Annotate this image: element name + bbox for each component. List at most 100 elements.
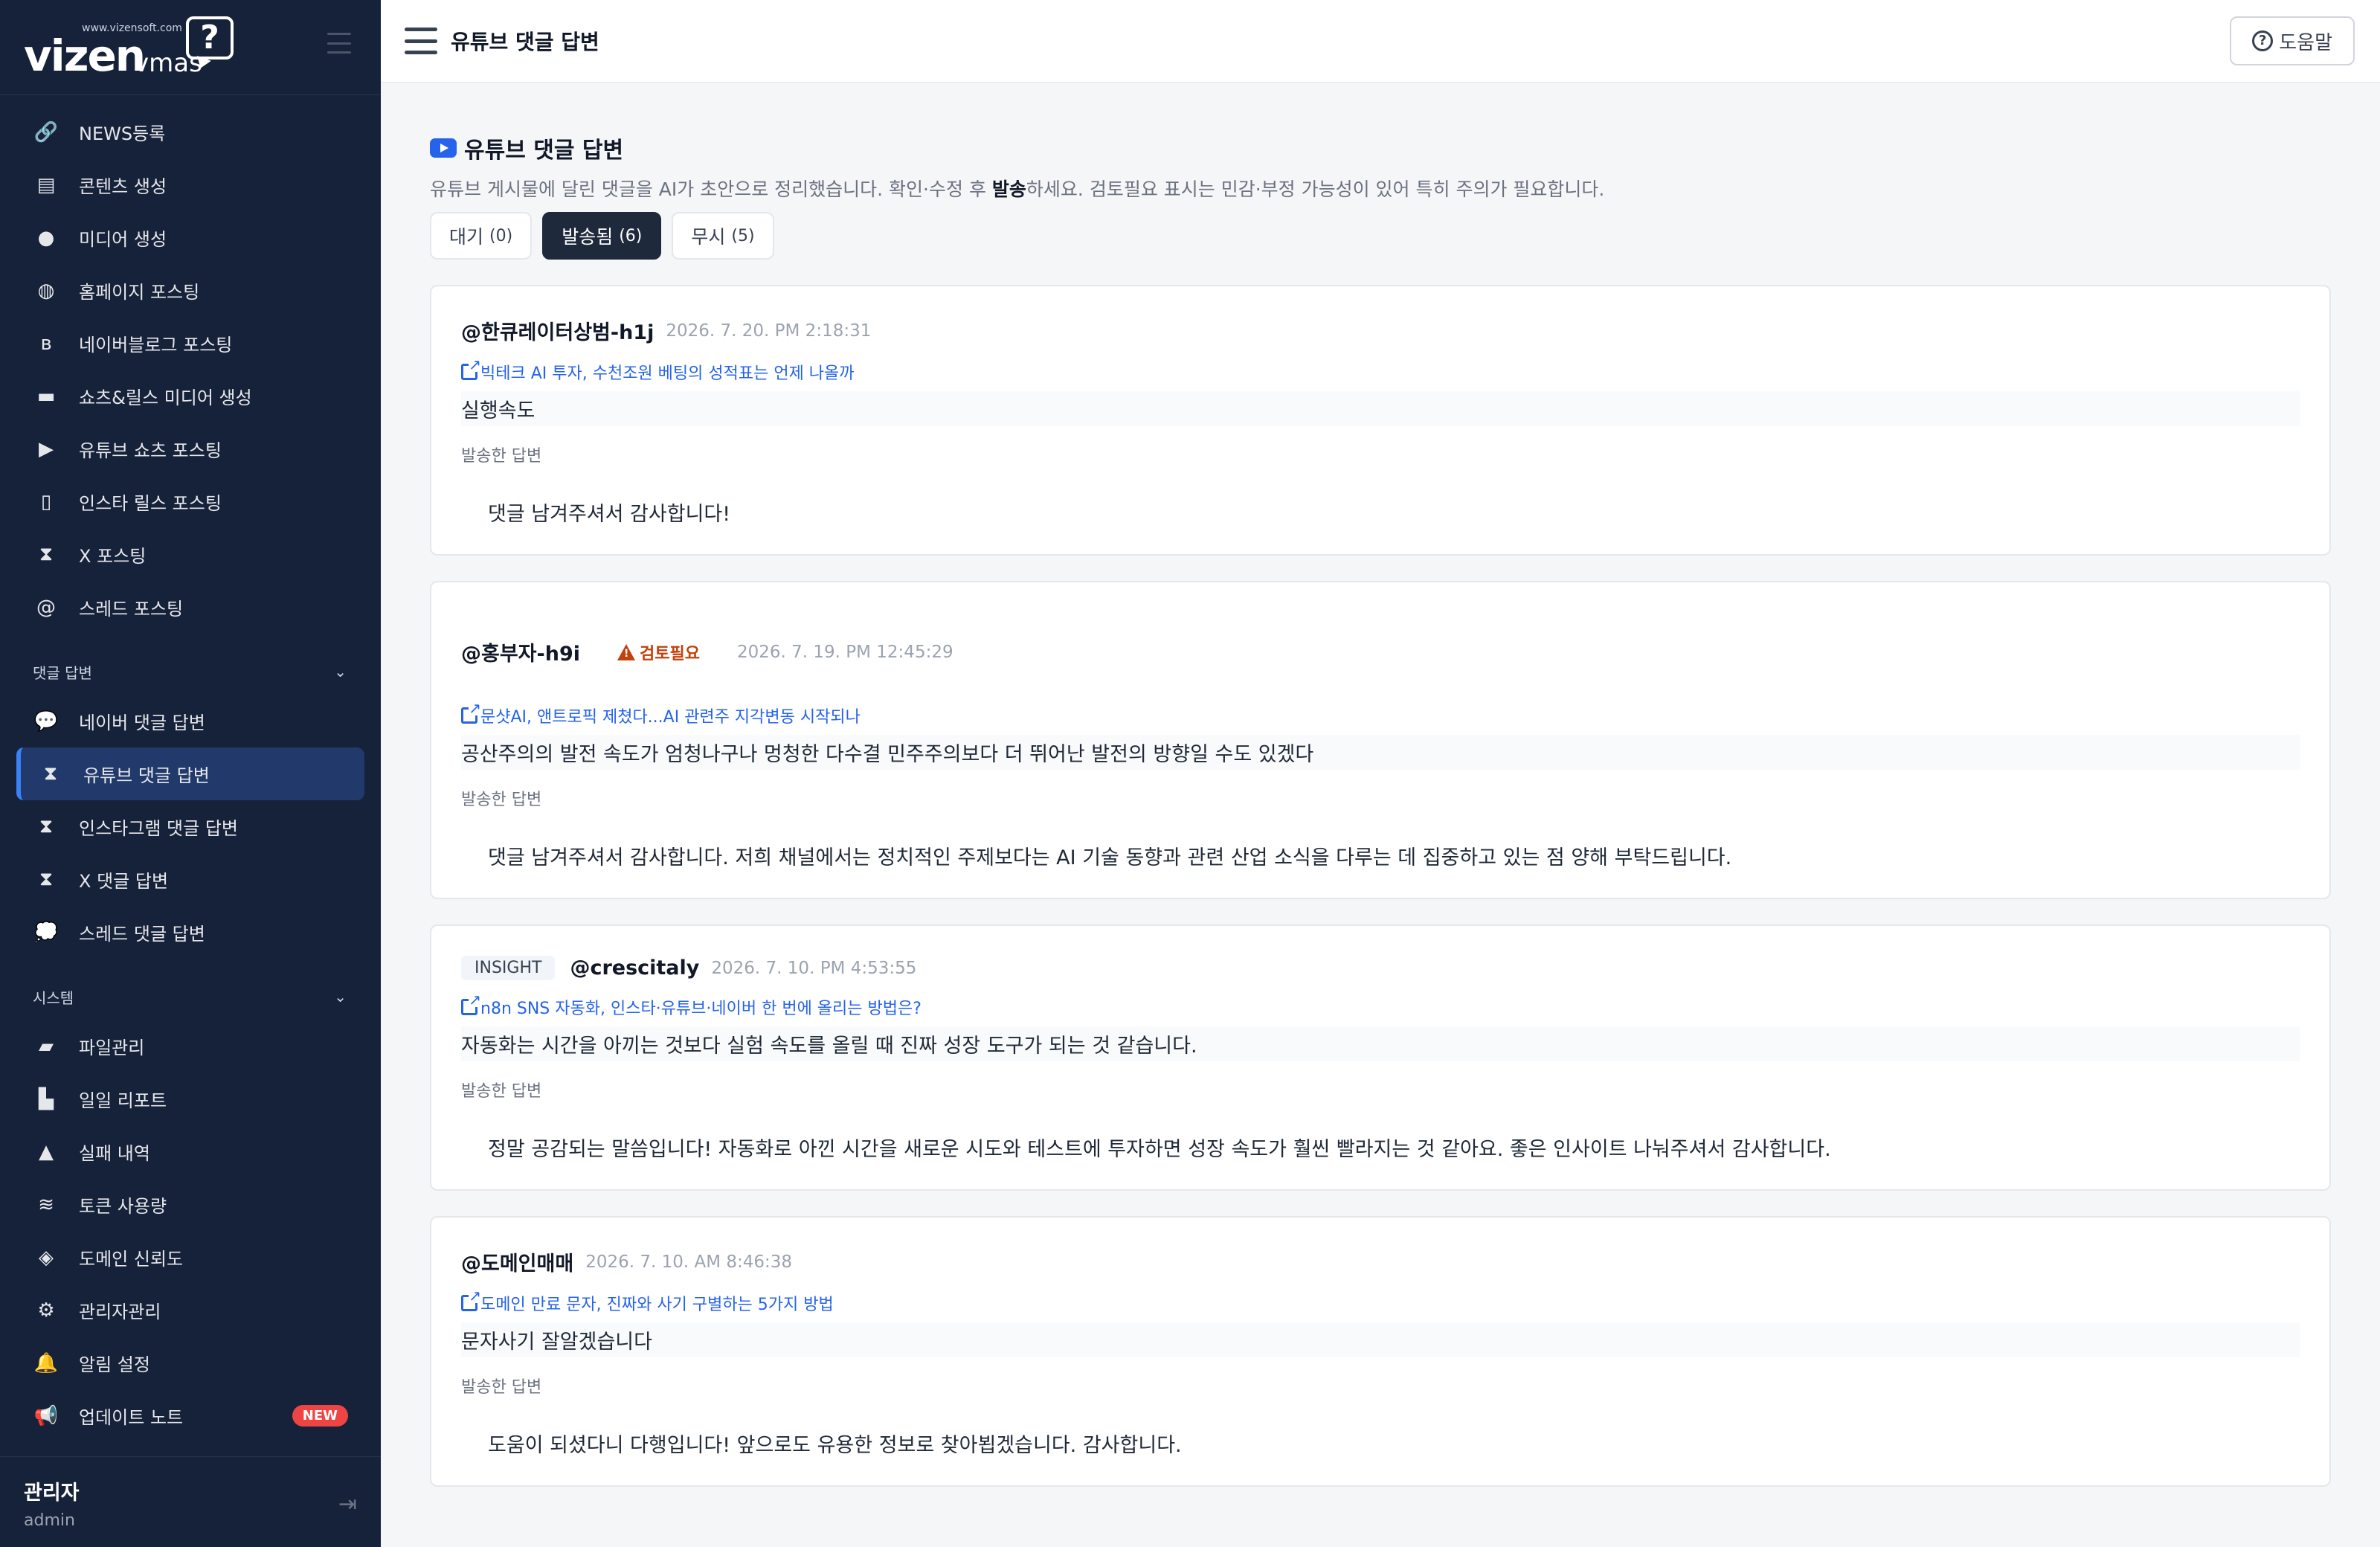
hourglass-icon: ⧗ xyxy=(39,868,54,890)
sidebar-item-label: X 포스팅 xyxy=(79,546,147,567)
sidebar-nav: 🔗 NEWS등록 ▤ 콘텐츠 생성 ● 미디어 생성 ◍ 홈페이지 포스팅 ʙ 네이버블로… xyxy=(0,95,381,1442)
reply-text: 댓글 남겨주셔서 감사합니다. 저희 채널에서는 정치적인 주제보다는 AI 기… xyxy=(488,846,1732,869)
comment-meta: @한큐레이터상범-h1j 2026. 7. 20. PM 2:18:31 xyxy=(461,316,2300,345)
sidebar-item-label: NEWS등록 xyxy=(79,123,166,144)
reply-label: 발송한 답변 xyxy=(461,1378,542,1397)
comment-text: 실행속도 xyxy=(461,391,2300,426)
sidebar-item-x-posting[interactable]: ⧗ X 포스팅 xyxy=(0,528,381,581)
sidebar-item-instagram-comment[interactable]: ⧗ 인스타그램 댓글 답변 xyxy=(0,800,381,853)
link-icon: 🔗 xyxy=(33,120,59,144)
comment-card: @한큐레이터상범-h1j 2026. 7. 20. PM 2:18:31 빅테크… xyxy=(430,285,2331,556)
sidebar-item-update-notes[interactable]: 📢 업데이트 노트 NEW xyxy=(0,1389,381,1442)
comment-meta: @도메인매매 2026. 7. 10. AM 8:46:38 xyxy=(461,1247,2300,1276)
section-system[interactable]: 시스템 ⌄ xyxy=(0,974,381,1020)
section-label: 댓글 답변 xyxy=(33,663,92,682)
section-title-text: 유튜브 댓글 답변 xyxy=(464,138,624,164)
sidebar-item-label: 콘텐츠 생성 xyxy=(79,176,167,197)
warning-icon xyxy=(617,643,635,660)
review-needed-label: 검토필요 xyxy=(640,644,700,663)
sidebar-item-label: 인스타그램 댓글 답변 xyxy=(79,818,238,839)
page-description: 유튜브 게시물에 달린 댓글을 AI가 초안으로 정리했습니다. 확인·수정 후… xyxy=(430,175,2331,202)
help-button[interactable]: ? 도움말 xyxy=(2230,16,2355,65)
post-link[interactable]: n8n SNS 자동화, 인스타·유튜브·네이버 한 번에 올리는 방법은? xyxy=(461,992,2300,1019)
sidebar-item-token-usage[interactable]: ≋ 토큰 사용량 xyxy=(0,1178,381,1231)
sidebar-item-media[interactable]: ● 미디어 생성 xyxy=(0,211,381,264)
main-content: 유튜브 댓글 답변 유튜브 게시물에 달린 댓글을 AI가 초안으로 정리했습니… xyxy=(381,83,2380,1547)
sidebar-item-label: 유튜브 쇼츠 포스팅 xyxy=(79,440,222,461)
comment-meta: INSIGHT @crescitaly 2026. 7. 10. PM 4:53… xyxy=(461,956,2300,980)
sidebar-item-naver-comment[interactable]: 💬 네이버 댓글 답변 xyxy=(0,695,381,747)
user-gear-icon: ⚙ xyxy=(37,1299,55,1322)
sidebar-item-insta-reels[interactable]: ▯ 인스타 릴스 포스팅 xyxy=(0,475,381,528)
filter-sent[interactable]: 발송됨 (6) xyxy=(542,212,662,260)
brand: www.vizensoft.com vizen vmas ? xyxy=(0,0,381,95)
sidebar-item-label: 네이버블로그 포스팅 xyxy=(79,335,233,356)
sidebar-item-failures[interactable]: ▲ 실패 내역 xyxy=(0,1125,381,1178)
comment-date: 2026. 7. 10. AM 8:46:38 xyxy=(585,1252,793,1272)
sidebar-item-domain-trust[interactable]: ◈ 도메인 신뢰도 xyxy=(0,1231,381,1284)
sidebar-item-x-comment[interactable]: ⧗ X 댓글 답변 xyxy=(0,853,381,906)
comment-meta: @홍부자-h9i 검토필요 2026. 7. 19. PM 12:45:29 xyxy=(461,637,2300,666)
comment-card: INSIGHT @crescitaly 2026. 7. 10. PM 4:53… xyxy=(430,924,2331,1191)
folder-icon: ▰ xyxy=(39,1035,54,1058)
filter-count: (0) xyxy=(489,226,513,245)
sidebar-item-label: 미디어 생성 xyxy=(79,229,167,250)
sidebar-item-label: 일일 리포트 xyxy=(79,1090,167,1111)
filter-ignored[interactable]: 무시 (5) xyxy=(672,212,774,260)
post-link[interactable]: 빅테크 AI 투자, 수천조원 베팅의 성적표는 언제 나올까 xyxy=(461,357,2300,384)
sidebar-item-naver-blog[interactable]: ʙ 네이버블로그 포스팅 xyxy=(0,317,381,370)
logo-main: vizen xyxy=(24,30,146,81)
sidebar-item-label: 쇼츠&릴스 미디어 생성 xyxy=(79,387,252,408)
logout-icon[interactable]: ⇥ xyxy=(338,1491,357,1517)
sidebar-item-label: 알림 설정 xyxy=(79,1354,150,1375)
comment-text: 문자사기 잘알겠습니다 xyxy=(461,1322,2300,1357)
desc-bold: 발송 xyxy=(991,178,1026,200)
post-link[interactable]: 문샷AI, 앤트로픽 제쳤다...AI 관련주 지각변동 시작되나 xyxy=(461,701,2300,727)
sidebar-item-threads-comment[interactable]: 💭 스레드 댓글 답변 xyxy=(0,906,381,959)
comment-text: 공산주의의 발전 속도가 엄청나구나 멍청한 다수결 민주주의보다 더 뛰어난 … xyxy=(461,735,2300,770)
post-link-text: 문샷AI, 앤트로픽 제쳤다...AI 관련주 지각변동 시작되나 xyxy=(480,708,861,727)
desc-prefix: 유튜브 게시물에 달린 댓글을 AI가 초안으로 정리했습니다. 확인·수정 후 xyxy=(430,178,992,200)
sidebar-item-news[interactable]: 🔗 NEWS등록 xyxy=(0,106,381,158)
sidebar-item-shorts-media[interactable]: ▬ 쇼츠&릴스 미디어 생성 xyxy=(0,370,381,422)
external-link-icon xyxy=(461,701,481,724)
logo-bubble: ? xyxy=(186,16,234,60)
comment-text: 자동화는 시간을 아끼는 것보다 실험 속도를 올릴 때 진짜 성장 도구가 되… xyxy=(461,1026,2300,1061)
globe-icon: ◍ xyxy=(37,279,55,302)
clapperboard-icon: ▬ xyxy=(36,385,56,408)
coins-icon: ≋ xyxy=(38,1193,54,1216)
sidebar-item-homepage[interactable]: ◍ 홈페이지 포스팅 xyxy=(0,264,381,317)
section-title: 유튜브 댓글 답변 xyxy=(430,132,2331,164)
post-link[interactable]: 도메인 만료 문자, 진짜와 사기 구별하는 5가지 방법 xyxy=(461,1288,2300,1315)
comment-date: 2026. 7. 10. PM 4:53:55 xyxy=(711,958,917,978)
section-comment-replies[interactable]: 댓글 답변 ⌄ xyxy=(0,649,381,695)
megaphone-icon: 📢 xyxy=(33,1404,59,1427)
post-link-text: n8n SNS 자동화, 인스타·유튜브·네이버 한 번에 올리는 방법은? xyxy=(480,1000,922,1018)
menu-icon[interactable] xyxy=(405,28,437,54)
comment-card: @홍부자-h9i 검토필요 2026. 7. 19. PM 12:45:29 문… xyxy=(430,581,2331,899)
sidebar-item-youtube-shorts[interactable]: ▶ 유튜브 쇼츠 포스팅 xyxy=(0,422,381,475)
sidebar-item-threads[interactable]: @ 스레드 포스팅 xyxy=(0,581,381,634)
sidebar-collapse-button[interactable] xyxy=(327,33,351,54)
sidebar-item-content[interactable]: ▤ 콘텐츠 생성 xyxy=(0,158,381,211)
section-label: 시스템 xyxy=(33,988,74,1007)
sidebar-item-label: 관리자관리 xyxy=(79,1302,161,1322)
sidebar-item-notifications[interactable]: 🔔 알림 설정 xyxy=(0,1337,381,1389)
sidebar-item-admin-management[interactable]: ⚙ 관리자관리 xyxy=(0,1284,381,1337)
user-id: admin xyxy=(24,1511,75,1530)
sidebar-item-daily-report[interactable]: ▙ 일일 리포트 xyxy=(0,1072,381,1125)
logo[interactable]: www.vizensoft.com vizen vmas ? xyxy=(24,16,234,81)
insight-tag: INSIGHT xyxy=(461,956,556,980)
sidebar-item-label: 도메인 신뢰도 xyxy=(79,1249,184,1270)
bell-icon: 🔔 xyxy=(33,1351,59,1374)
sidebar-item-label: 네이버 댓글 답변 xyxy=(79,713,205,733)
topbar: 유튜브 댓글 답변 ? 도움말 xyxy=(381,0,2380,83)
reply-text: 정말 공감되는 말씀입니다! 자동화로 아낀 시간을 새로운 시도와 테스트에 … xyxy=(488,1138,1831,1161)
filter-pending[interactable]: 대기 (0) xyxy=(430,212,533,260)
sidebar-item-files[interactable]: ▰ 파일관리 xyxy=(0,1020,381,1072)
comment-list: @한큐레이터상범-h1j 2026. 7. 20. PM 2:18:31 빅테크… xyxy=(430,285,2331,1487)
chart-icon: ▙ xyxy=(39,1087,54,1110)
sidebar-item-label: 스레드 포스팅 xyxy=(79,599,184,620)
question-icon: ? xyxy=(2252,30,2274,51)
sidebar-item-youtube-comment[interactable]: ⧗ 유튜브 댓글 답변 xyxy=(16,747,364,800)
